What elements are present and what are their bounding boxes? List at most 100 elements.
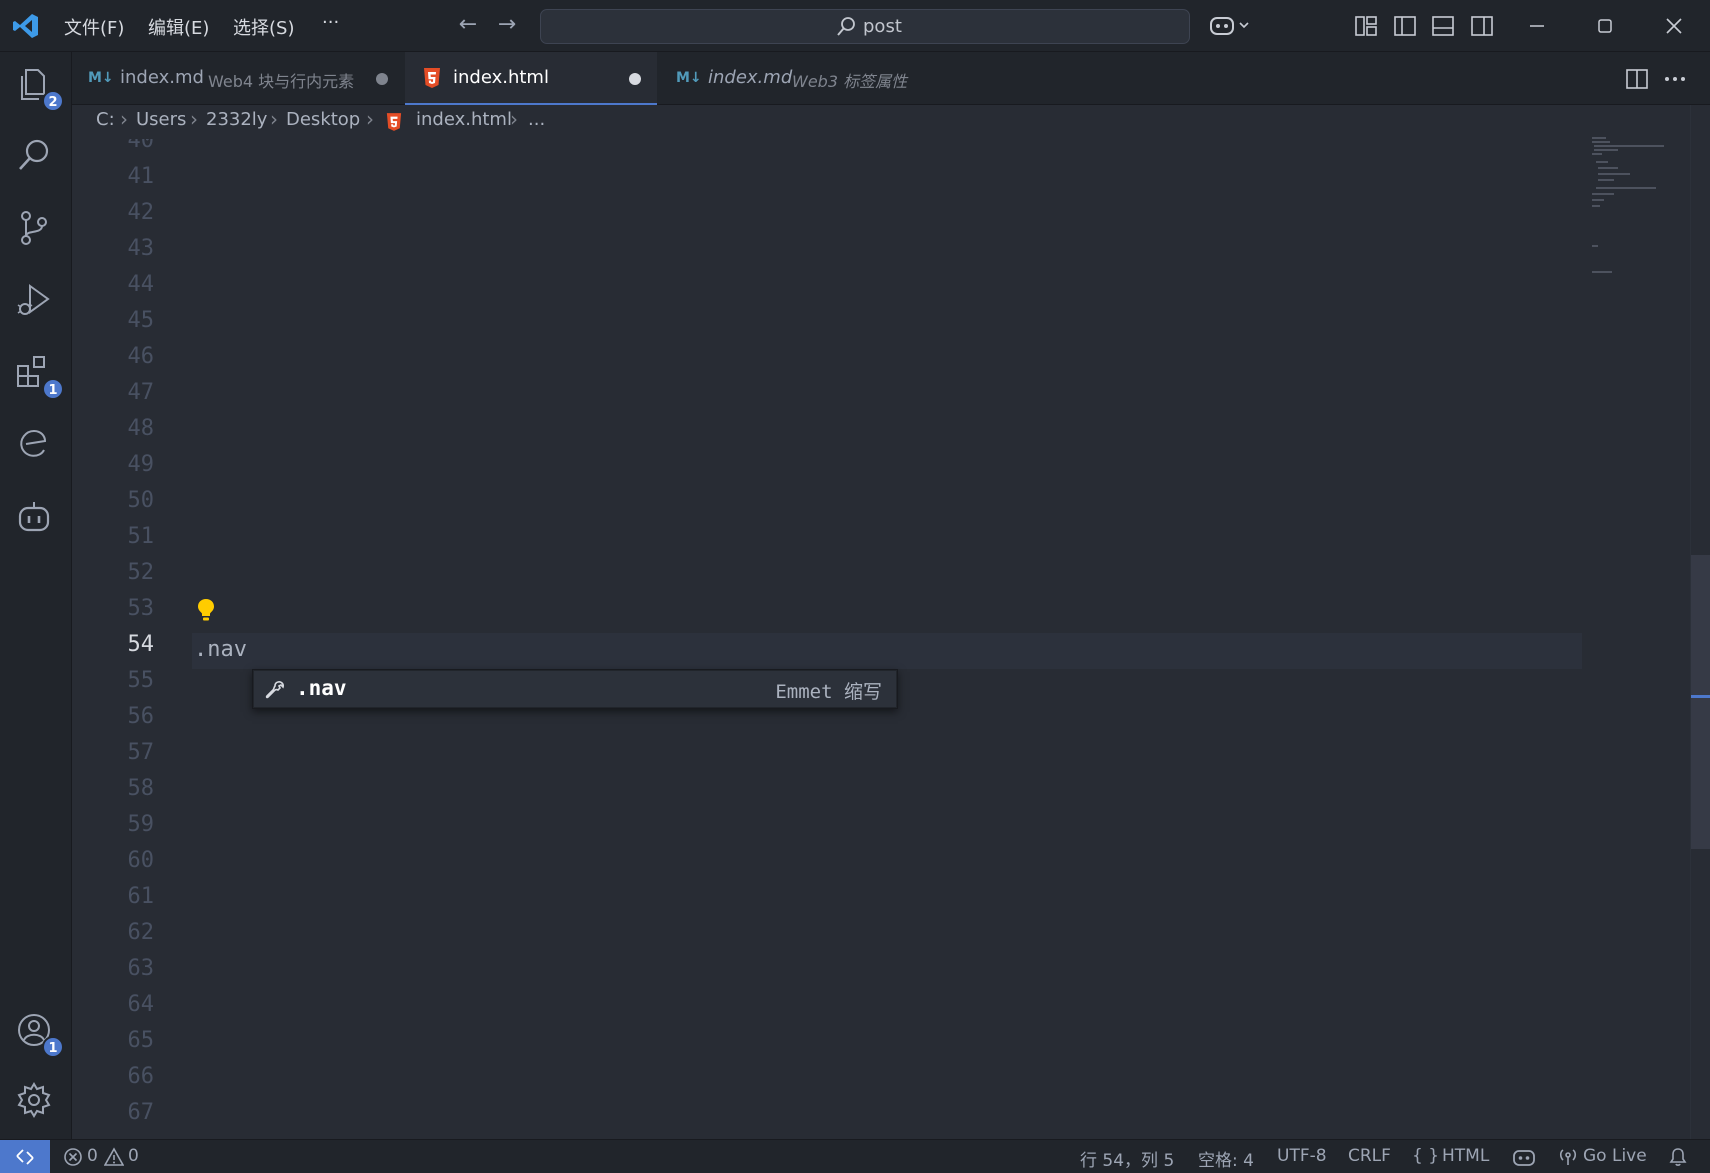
command-center-search[interactable]: post [540, 9, 1190, 44]
line-number: 52 [127, 560, 155, 585]
back-arrow-icon[interactable]: ← [454, 12, 482, 40]
forward-arrow-icon[interactable]: → [493, 12, 521, 40]
error-count[interactable]: 0 [87, 1146, 98, 1166]
bell-icon[interactable] [1668, 1147, 1688, 1167]
line-number: 41 [127, 164, 155, 189]
breadcrumb-item[interactable]: index.html [416, 109, 512, 130]
encoding[interactable]: UTF-8 [1277, 1146, 1327, 1166]
minimap-line [1594, 149, 1618, 151]
line-number: 48 [127, 416, 155, 441]
braces-icon: { } [1412, 1146, 1440, 1166]
code-line-text[interactable]: .nav [194, 637, 247, 662]
title-bar: 文件(F) 编辑(E) 选择(S) ··· ← → post [0, 0, 1710, 52]
toggle-primary-sidebar-icon[interactable] [1392, 13, 1418, 39]
line-ending[interactable]: CRLF [1348, 1146, 1391, 1166]
suggestion-detail: Emmet 缩写 [775, 681, 882, 703]
menu-more[interactable]: ··· [322, 12, 339, 33]
minimap-line [1596, 161, 1608, 163]
customize-layout-icon[interactable] [1353, 13, 1379, 39]
toggle-secondary-sidebar-icon[interactable] [1469, 13, 1495, 39]
explorer-button[interactable]: 2 [14, 64, 64, 112]
copilot-icon[interactable] [1208, 12, 1254, 40]
suggestion-item[interactable]: .nav Emmet 缩写 [254, 671, 896, 707]
remote-indicator-button[interactable] [0, 1140, 50, 1173]
manage-button[interactable] [14, 1080, 58, 1124]
chevron-right-icon: › [366, 107, 374, 131]
line-number: 43 [127, 236, 155, 261]
breadcrumb-item[interactable]: 2332ly [206, 109, 267, 130]
source-control-button[interactable] [14, 208, 58, 252]
gear-icon [17, 1082, 51, 1118]
error-icon[interactable] [63, 1147, 83, 1167]
status-bar: 0 0 行 54，列 5 空格: 4 UTF-8 CRLF { } HTML G… [0, 1139, 1710, 1173]
tab-label: index.html [453, 67, 549, 88]
warning-count[interactable]: 0 [128, 1146, 139, 1166]
toggle-panel-icon[interactable] [1430, 13, 1456, 39]
cursor-position[interactable]: 行 54，列 5 [1080, 1146, 1174, 1171]
edge-devtools-button[interactable] [14, 424, 58, 468]
tab-index-md-web4[interactable]: M↓ index.md Web4 块与行内元素 [72, 52, 402, 105]
indentation[interactable]: 空格: 4 [1198, 1146, 1254, 1171]
minimize-icon[interactable] [1517, 10, 1557, 42]
accounts-button[interactable]: 1 [14, 1010, 64, 1058]
unsaved-dot-icon[interactable] [376, 73, 388, 85]
breadcrumb-item[interactable]: ... [528, 109, 545, 130]
tab-description: Web3 标签属性 [792, 72, 908, 91]
minimap-line [1592, 199, 1604, 201]
chevron-right-icon: › [190, 107, 198, 131]
suggestion-label: .nav [296, 676, 347, 700]
edge-devtools-icon [20, 429, 47, 457]
tab-label: index.md [120, 67, 204, 88]
search-icon [19, 139, 49, 170]
breadcrumb-item[interactable]: C: [96, 109, 115, 130]
search-view-button[interactable] [14, 136, 58, 180]
scrollbar-thumb[interactable] [1691, 555, 1710, 849]
line-number: 56 [127, 704, 155, 729]
line-number: 47 [127, 380, 155, 405]
line-number: 42 [127, 200, 155, 225]
current-line-highlight [192, 633, 1582, 669]
vertical-scrollbar[interactable] [1690, 105, 1710, 1139]
code-editor[interactable]: 40 41 42 43 44 45 46 47 48 49 50 51 52 53 54 55 56 57 58 59… [72, 139, 1582, 1139]
suggestion-widget: .nav Emmet 缩写 [252, 669, 898, 709]
search-icon [837, 17, 855, 36]
go-live-button[interactable]: Go Live [1583, 1146, 1647, 1166]
breadcrumb-item[interactable]: Desktop [286, 109, 360, 130]
menu-edit[interactable]: 编辑(E) [148, 14, 209, 40]
breadcrumb-item[interactable]: Users [136, 109, 186, 130]
broadcast-icon[interactable] [1558, 1147, 1578, 1167]
tab-description: Web4 块与行内元素 [208, 72, 355, 91]
lightbulb-icon[interactable] [196, 597, 216, 623]
copilot-chat-button[interactable] [14, 496, 58, 540]
line-number: 64 [127, 992, 155, 1017]
line-number: 66 [127, 1064, 155, 1089]
extensions-badge: 1 [42, 378, 64, 400]
unsaved-dot-icon[interactable] [629, 73, 641, 85]
minimap-line [1592, 141, 1610, 143]
split-editor-icon[interactable] [1624, 66, 1650, 92]
maximize-icon[interactable] [1585, 10, 1625, 42]
line-number: 67 [127, 1100, 155, 1125]
minimap-line [1592, 193, 1614, 195]
accounts-badge: 1 [42, 1036, 64, 1058]
more-actions-icon[interactable] [1662, 66, 1688, 92]
tab-index-html[interactable]: index.html [405, 52, 657, 105]
vscode-logo-icon [13, 14, 38, 38]
language-mode[interactable]: HTML [1442, 1146, 1489, 1166]
minimap-line [1598, 173, 1630, 175]
copilot-status-icon[interactable] [1512, 1147, 1536, 1167]
minimap[interactable] [1582, 105, 1690, 1139]
line-number: 50 [127, 488, 155, 513]
tab-index-md-web3[interactable]: M↓ index.md Web3 标签属性 [660, 52, 954, 105]
close-icon[interactable] [1654, 10, 1694, 42]
menu-selection[interactable]: 选择(S) [233, 14, 294, 40]
line-number: 65 [127, 1028, 155, 1053]
line-number: 51 [127, 524, 155, 549]
extensions-button[interactable]: 1 [14, 352, 64, 400]
warning-icon[interactable] [104, 1147, 124, 1167]
run-debug-button[interactable] [14, 280, 58, 324]
minimap-line [1598, 179, 1614, 181]
cursor-position-marker [1691, 695, 1710, 698]
line-number: 63 [127, 956, 155, 981]
menu-file[interactable]: 文件(F) [64, 14, 124, 40]
